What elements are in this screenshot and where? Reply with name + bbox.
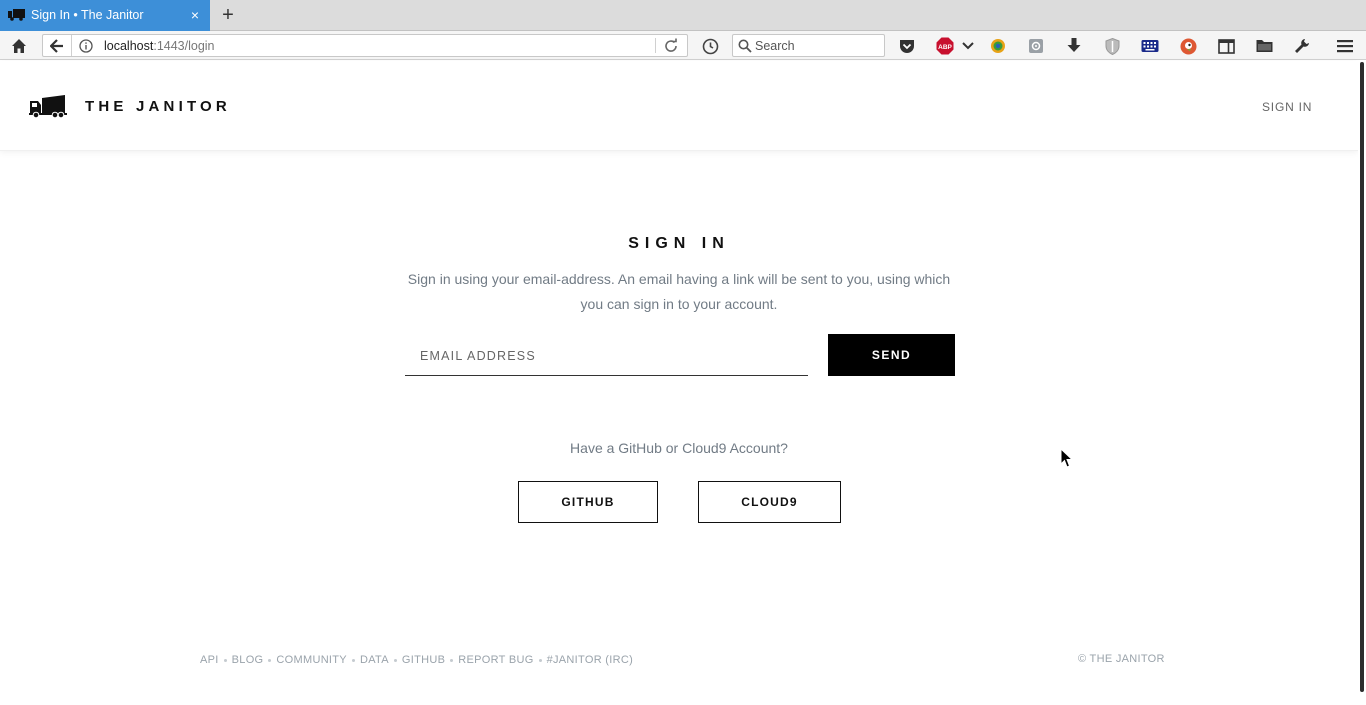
url-bar[interactable]: localhost:1443/login [42, 34, 688, 57]
cloud9-signin-button[interactable]: CLOUD9 [698, 481, 841, 523]
url-path: :1443/login [153, 39, 215, 53]
footer-separator [450, 658, 454, 662]
sidebar-icon[interactable] [1216, 36, 1236, 56]
extension-icon[interactable] [988, 36, 1008, 56]
menu-icon[interactable] [1335, 36, 1355, 56]
site-header: THE JANITOR SIGN IN [0, 61, 1358, 151]
wrench-icon[interactable] [1292, 36, 1312, 56]
navigation-toolbar: localhost:1443/login ABP [0, 31, 1366, 60]
footer-nav: API BLOG COMMUNITY DATA GITHUB REPORT BU… [200, 653, 633, 667]
footer-link-irc[interactable]: #JANITOR (IRC) [547, 654, 634, 666]
search-icon [738, 39, 752, 53]
truck-favicon-icon [8, 9, 25, 21]
footer-link-blog[interactable]: BLOG [232, 654, 264, 666]
scrollbar-thumb[interactable] [1360, 62, 1364, 692]
pocket-icon[interactable] [897, 36, 917, 56]
footer-separator [538, 658, 542, 662]
signin-description: Sign in using your email-address. An ema… [407, 271, 951, 312]
header-signin-link[interactable]: SIGN IN [1262, 100, 1312, 114]
history-icon[interactable] [700, 36, 720, 56]
url-text[interactable]: localhost:1443/login [104, 39, 215, 53]
site-logo-text[interactable]: THE JANITOR [85, 98, 231, 115]
new-tab-icon[interactable]: + [219, 5, 237, 25]
footer-copyright: © THE JANITOR [1078, 653, 1165, 665]
footer-link-api[interactable]: API [200, 654, 219, 666]
folder-icon[interactable] [1254, 36, 1274, 56]
page-content: THE JANITOR SIGN IN SIGN IN Sign in usin… [0, 61, 1366, 705]
page-title: SIGN IN [628, 235, 730, 252]
footer-separator [351, 658, 355, 662]
footer-link-report-bug[interactable]: REPORT BUG [458, 654, 533, 666]
search-input[interactable] [755, 37, 880, 54]
tab-title: Sign In • The Janitor [31, 8, 144, 22]
download-icon[interactable] [1064, 36, 1084, 56]
back-icon[interactable] [43, 35, 72, 56]
search-bar[interactable] [732, 34, 885, 57]
keyboard-icon[interactable] [1140, 36, 1160, 56]
alt-signin-prompt: Have a GitHub or Cloud9 Account? [570, 440, 788, 456]
footer-separator [393, 658, 397, 662]
mouse-cursor-icon [1060, 448, 1073, 468]
reload-icon[interactable] [663, 38, 679, 54]
home-icon[interactable] [9, 36, 29, 56]
footer-separator [268, 658, 272, 662]
settings-icon[interactable] [1026, 36, 1046, 56]
github-signin-button[interactable]: GITHUB [518, 481, 658, 523]
tab-close-icon[interactable]: × [189, 7, 201, 23]
shield-icon[interactable] [1102, 36, 1122, 56]
footer-link-github[interactable]: GITHUB [402, 654, 445, 666]
svg-text:ABP: ABP [938, 44, 952, 51]
footer-separator [223, 658, 227, 662]
footer-link-community[interactable]: COMMUNITY [276, 654, 347, 666]
url-separator [655, 38, 656, 53]
tab-bar: Sign In • The Janitor × + [0, 0, 1366, 31]
send-button[interactable]: SEND [828, 334, 955, 376]
email-field[interactable] [405, 336, 808, 376]
adblock-icon[interactable]: ABP [935, 36, 955, 56]
tab-active[interactable]: Sign In • The Janitor × [0, 0, 210, 31]
duckduckgo-icon[interactable] [1178, 36, 1198, 56]
dropdown-icon[interactable] [958, 36, 978, 56]
url-host: localhost [104, 39, 154, 53]
footer-link-data[interactable]: DATA [360, 654, 389, 666]
info-icon[interactable] [79, 39, 93, 53]
garbage-truck-logo-icon[interactable] [29, 94, 67, 118]
